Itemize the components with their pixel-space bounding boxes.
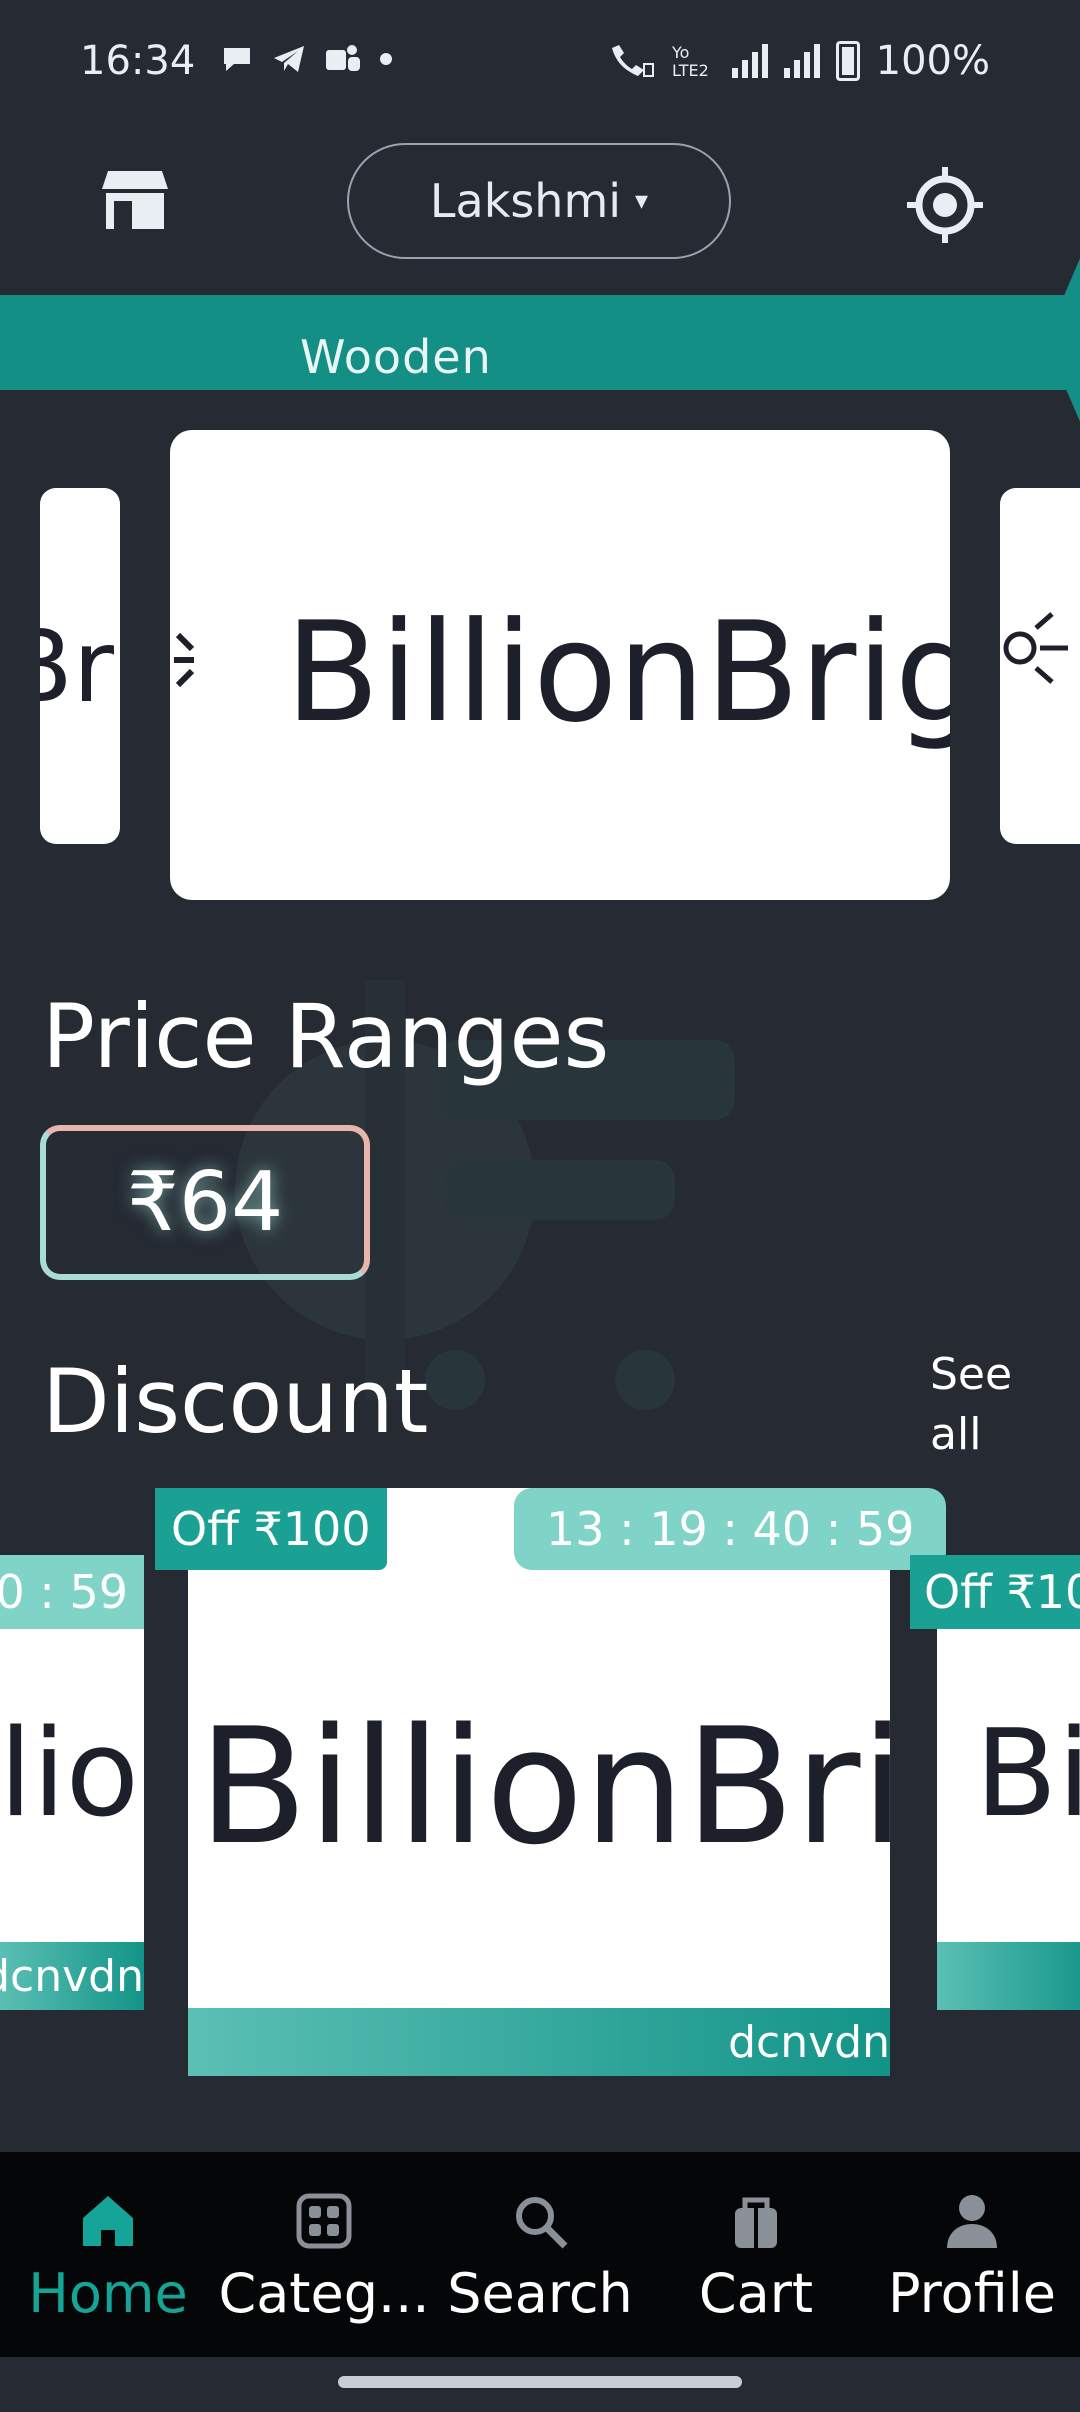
telegram-icon: [274, 46, 304, 72]
nav-cart[interactable]: Cart: [648, 2152, 864, 2357]
discount-title: Discount: [42, 1350, 429, 1453]
sun-logo-icon: [1003, 612, 1068, 684]
bottom-navigation: Home Categ... Search Cart Profile: [0, 2152, 1080, 2357]
price-ranges-title: Price Ranges: [42, 985, 610, 1088]
signal-bars-1-icon: [731, 44, 768, 78]
discount-off-tag: Off ₹10: [910, 1555, 1080, 1629]
card-footer-strip: dcnvdn: [0, 1942, 144, 2010]
volte-icon: YoLTE2: [672, 43, 709, 80]
nav-home[interactable]: Home: [0, 2152, 216, 2357]
price-range-chip[interactable]: ₹64: [40, 1125, 370, 1280]
location-selector[interactable]: Lakshmi ▾: [347, 143, 731, 259]
svg-text:Yo: Yo: [672, 43, 689, 62]
chat-bubble-icon: [224, 48, 250, 71]
store-icon[interactable]: [100, 165, 170, 235]
discount-card-prev[interactable]: BillionBright 40 : 59 dcnvdn: [0, 1555, 144, 2010]
countdown-timer: 13 : 19 : 40 : 59: [514, 1488, 947, 1570]
status-bar: 16:34 Yo LTE2 100%: [0, 0, 1080, 125]
teams-icon: [326, 45, 360, 71]
brand-logo-text: BillionBright: [198, 1693, 890, 1880]
status-time: 16:34: [80, 38, 196, 84]
banner-notch: [1045, 200, 1080, 480]
search-icon: [516, 2197, 568, 2249]
product-name: dcnvdn: [728, 2017, 890, 2068]
nav-profile-label: Profile: [888, 2262, 1056, 2325]
category-banner[interactable]: [0, 295, 1080, 390]
person-icon: [947, 2195, 997, 2248]
nav-search-label: Search: [447, 2262, 633, 2325]
system-icons: Yo LTE2 100%: [608, 38, 990, 84]
bag-icon: [735, 2197, 777, 2248]
nav-categories-label: Categ...: [218, 2262, 430, 2325]
sun-logo-icon: [174, 632, 195, 688]
nav-cart-label: Cart: [698, 2262, 814, 2325]
nav-home-label: Home: [28, 2262, 188, 2325]
carousel-card-next[interactable]: [1000, 488, 1080, 844]
brand-logo-text: BillionBright: [0, 1705, 144, 1844]
locate-icon[interactable]: [905, 165, 985, 245]
chevron-down-icon: ▾: [635, 186, 649, 216]
brand-logo-text: BillionBright: [285, 592, 950, 753]
see-all-link[interactable]: See all: [930, 1345, 1050, 1465]
countdown-timer: 40 : 59: [0, 1555, 144, 1629]
signal-bars-2-icon: [783, 44, 820, 78]
nav-search[interactable]: Search: [432, 2152, 648, 2357]
grid-icon: [296, 2193, 352, 2249]
product-name: dcnvdn: [0, 1951, 144, 2002]
wifi-call-icon: [611, 45, 654, 77]
battery-percent: 100%: [875, 38, 990, 84]
svg-text:LTE2: LTE2: [672, 61, 709, 80]
discount-card-active[interactable]: BillionBright dcnvdn: [188, 1488, 890, 2076]
brand-logo-text: BillionBright: [975, 1705, 1080, 1844]
home-indicator[interactable]: [338, 2376, 742, 2388]
nav-categories[interactable]: Categ...: [216, 2152, 432, 2357]
location-name: Lakshmi: [429, 174, 622, 228]
nav-profile[interactable]: Profile: [864, 2152, 1080, 2357]
carousel-card-active[interactable]: BillionBright: [170, 430, 950, 900]
more-dot-icon: [380, 53, 392, 65]
battery-icon: [835, 41, 860, 81]
carousel-card-prev[interactable]: BillionBright: [40, 488, 120, 844]
home-icon: [83, 2196, 133, 2246]
banner-label: Wooden: [300, 330, 492, 384]
notification-icons: [220, 42, 392, 76]
card-footer-strip: [937, 1942, 1080, 2010]
card-footer-strip: dcnvdn: [188, 2008, 890, 2076]
discount-off-tag: Off ₹100: [155, 1488, 387, 1570]
brand-logo-text: BillionBright: [40, 608, 120, 725]
